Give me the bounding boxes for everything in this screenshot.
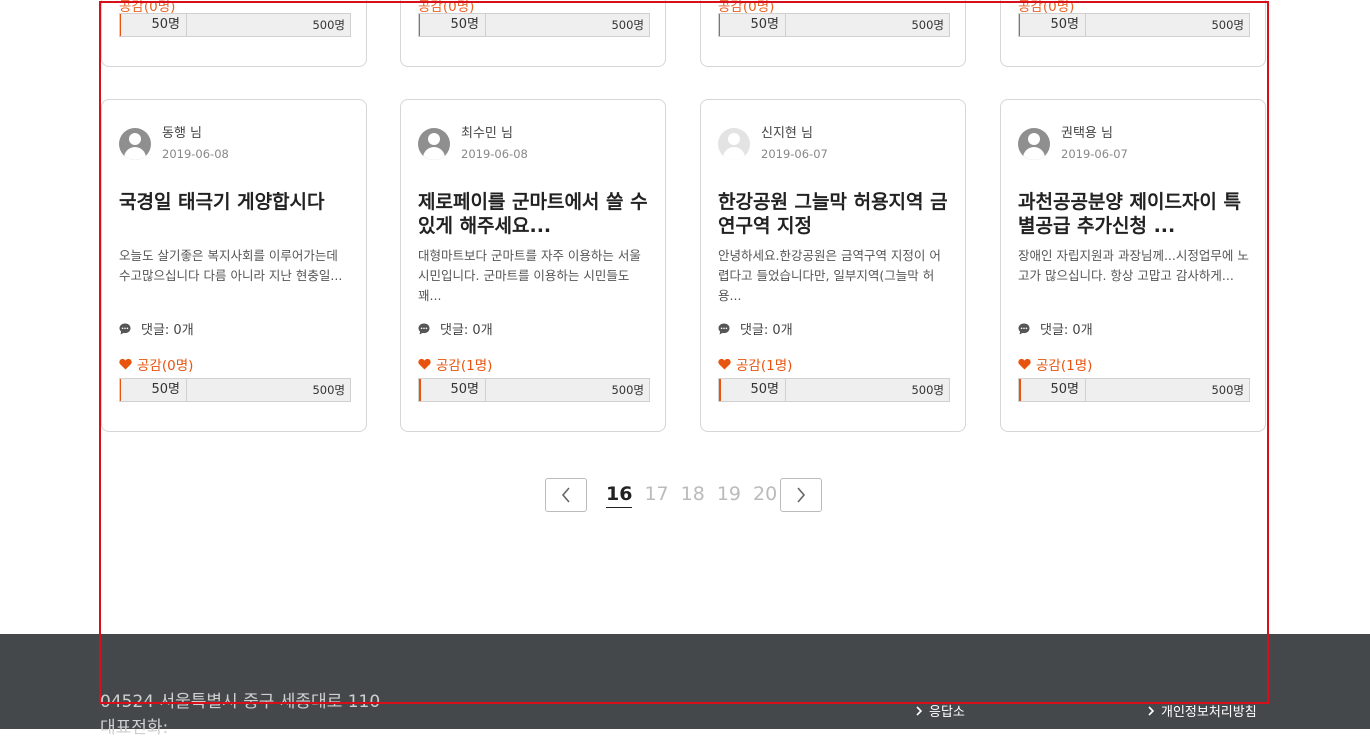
next-page-button[interactable] (780, 478, 822, 512)
comment-count: 댓글: 0개 (718, 319, 793, 338)
petition-card[interactable]: 동행 님 2019-06-08 국경일 태극기 게양합시다 오늘도 살기좋은 복… (101, 99, 367, 432)
signature-progress-bar: 50명 500명 (718, 378, 950, 402)
petition-card-partial[interactable]: 공감(0명) 50명 500명 (700, 0, 966, 67)
progress-goal: 50명 (720, 14, 786, 36)
petition-card-partial[interactable]: 공감(0명) 50명 500명 (400, 0, 666, 67)
comment-icon (418, 323, 430, 334)
petition-card[interactable]: 권택용 님 2019-06-07 과천공공분양 제이드자이 특별공급 추가신청 … (1000, 99, 1266, 432)
petition-card-partial[interactable]: 공감(0명) 50명 500명 (101, 0, 367, 67)
footer-address-block: 04524 서울특별시 중구 세종대로 110 대표전화: (100, 689, 380, 741)
signature-progress-bar: 50명 500명 (418, 13, 650, 37)
comment-icon (1018, 323, 1030, 334)
page-link[interactable]: 20 (753, 481, 777, 508)
petition-excerpt: 오늘도 살기좋은 복지사회를 이루어가는데 수고많으십니다 다름 아니라 지난 … (119, 248, 343, 283)
footer-link-privacy-policy[interactable]: 개인정보처리방침 (1147, 701, 1257, 720)
like-button[interactable]: 공감(1명) (418, 354, 492, 374)
petition-title[interactable]: 국경일 태극기 게양합시다 (119, 190, 353, 214)
post-date: 2019-06-07 (1061, 147, 1128, 161)
author-info: 신지현 님 2019-06-07 (718, 126, 828, 161)
author-name: 최수민 님 (461, 126, 513, 141)
heart-icon (1018, 358, 1031, 370)
signature-progress-bar: 50명 500명 (718, 13, 950, 37)
progress-goal: 50명 (1020, 14, 1086, 36)
progress-target: 500명 (312, 18, 345, 32)
progress-target: 500명 (911, 18, 944, 32)
comment-count: 댓글: 0개 (1018, 319, 1093, 338)
petition-excerpt: 안녕하세요.한강공원은 금역구역 지정이 어렵다고 들었습니다만, 일부지역(그… (718, 248, 941, 303)
chevron-right-icon (797, 487, 806, 503)
page-link[interactable]: 18 (681, 481, 705, 508)
prev-page-button[interactable] (545, 478, 587, 512)
comment-count: 댓글: 0개 (119, 319, 194, 338)
author-info: 동행 님 2019-06-08 (119, 126, 229, 161)
author-name: 신지현 님 (761, 126, 813, 141)
post-date: 2019-06-08 (162, 147, 229, 161)
signature-progress-bar: 50명 500명 (1018, 13, 1250, 37)
comment-count: 댓글: 0개 (418, 319, 493, 338)
like-button[interactable]: 공감(1명) (718, 354, 792, 374)
petition-card-partial[interactable]: 공감(0명) 50명 500명 (1000, 0, 1266, 67)
progress-goal: 50명 (420, 14, 486, 36)
progress-target: 500명 (611, 383, 644, 397)
like-button[interactable]: 공감(1명) (1018, 354, 1092, 374)
petition-card[interactable]: 신지현 님 2019-06-07 한강공원 그늘막 허용지역 금연구역 지정 안… (700, 99, 966, 432)
progress-goal: 50명 (1020, 379, 1086, 401)
petition-card[interactable]: 최수민 님 2019-06-08 제로페이를 군마트에서 쓸 수 있게 해주세요… (400, 99, 666, 432)
heart-icon (119, 358, 132, 370)
progress-target: 500명 (911, 383, 944, 397)
page-link-current[interactable]: 16 (606, 481, 633, 508)
avatar (418, 128, 450, 160)
heart-icon (418, 358, 431, 370)
petition-title[interactable]: 과천공공분양 제이드자이 특별공급 추가신청 ... (1018, 190, 1252, 238)
petition-title[interactable]: 제로페이를 군마트에서 쓸 수 있게 해주세요... (418, 190, 652, 238)
progress-goal: 50명 (121, 14, 187, 36)
petition-excerpt: 대형마트보다 군마트를 자주 이용하는 서울시민입니다. 군마트를 이용하는 시… (418, 248, 641, 303)
like-button[interactable]: 공감(0명) (119, 354, 193, 374)
post-date: 2019-06-08 (461, 147, 528, 161)
petition-excerpt: 장애인 자립지원과 과장님께...시정업무에 노고가 많으십니다. 항상 고맙고… (1018, 248, 1249, 283)
avatar (718, 128, 750, 160)
chevron-right-icon (916, 705, 923, 716)
progress-goal: 50명 (121, 379, 187, 401)
chevron-right-icon (1148, 705, 1155, 716)
signature-progress-bar: 50명 500명 (418, 378, 650, 402)
author-name: 권택용 님 (1061, 126, 1113, 141)
page-link[interactable]: 19 (717, 481, 741, 508)
author-name: 동행 님 (162, 126, 203, 141)
heart-icon (718, 358, 731, 370)
progress-target: 500명 (611, 18, 644, 32)
post-date: 2019-06-07 (761, 147, 828, 161)
comment-icon (119, 323, 131, 334)
footer-link-eungdapso[interactable]: 응답소 (915, 701, 965, 720)
petition-title[interactable]: 한강공원 그늘막 허용지역 금연구역 지정 (718, 190, 952, 238)
signature-progress-bar: 50명 500명 (119, 378, 351, 402)
site-footer: 04524 서울특별시 중구 세종대로 110 대표전화: 응답소 개인정보처리… (0, 634, 1370, 738)
page-link[interactable]: 17 (644, 481, 668, 508)
author-info: 최수민 님 2019-06-08 (418, 126, 528, 161)
progress-target: 500명 (312, 383, 345, 397)
chevron-left-icon (561, 487, 570, 503)
author-info: 권택용 님 2019-06-07 (1018, 126, 1128, 161)
avatar (119, 128, 151, 160)
signature-progress-bar: 50명 500명 (1018, 378, 1250, 402)
pagination: 16 17 18 19 20 (545, 478, 825, 514)
progress-target: 500명 (1211, 383, 1244, 397)
progress-goal: 50명 (720, 379, 786, 401)
avatar (1018, 128, 1050, 160)
signature-progress-bar: 50명 500명 (119, 13, 351, 37)
progress-target: 500명 (1211, 18, 1244, 32)
footer-address: 04524 서울특별시 중구 세종대로 110 (100, 692, 381, 712)
footer-phone-label: 대표전화: (100, 718, 169, 738)
comment-icon (718, 323, 730, 334)
progress-goal: 50명 (420, 379, 486, 401)
